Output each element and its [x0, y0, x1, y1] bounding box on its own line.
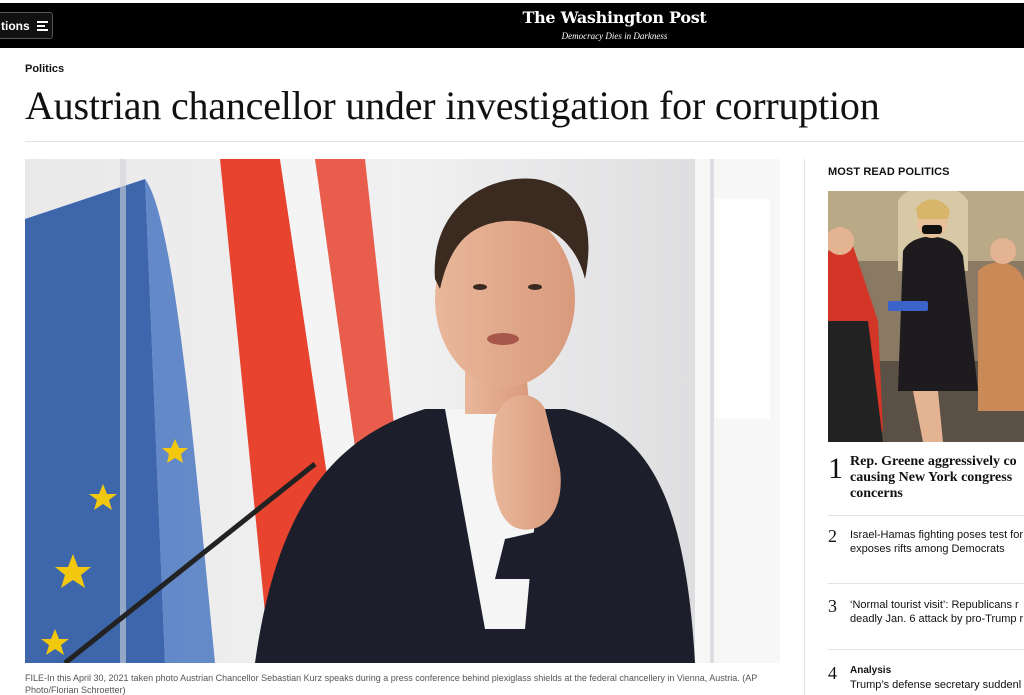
article-main-photo[interactable]: [25, 159, 780, 663]
divider: [25, 141, 1024, 142]
most-read-heading: MOST READ POLITICS: [828, 166, 950, 178]
headline-line: Rep. Greene aggressively co: [850, 454, 1017, 469]
chancellor-photo-illustration: [25, 159, 780, 663]
column-divider: [804, 159, 805, 695]
headline-line: Israel-Hamas fighting poses test for: [850, 529, 1024, 541]
rank-number: 1: [828, 452, 843, 485]
rank-number: 4: [828, 663, 837, 683]
article-headline: Austrian chancellor under investigation …: [25, 83, 880, 128]
headline-line: concerns: [850, 486, 903, 501]
most-read-photo[interactable]: [828, 191, 1024, 442]
analysis-label: Analysis: [850, 665, 892, 676]
headline-line: causing New York congress: [850, 470, 1013, 485]
rank-number: 3: [828, 596, 837, 616]
most-read-item-4[interactable]: 4 Analysis Trump’s defense secretary sud…: [828, 663, 1024, 695]
washington-post-logo[interactable]: The Washington Post: [0, 8, 1024, 27]
item-separator: [828, 583, 1024, 584]
headline-line: Trump’s defense secretary suddenl: [850, 679, 1022, 691]
top-bar: tions The Washington Post Democracy Dies…: [0, 3, 1024, 48]
section-kicker-link[interactable]: Politics: [25, 63, 64, 75]
most-read-item-3[interactable]: 3 ‘Normal tourist visit’: Republicans r …: [828, 596, 1024, 628]
photo-caption: FILE-In this April 30, 2021 taken photo …: [25, 673, 758, 695]
item-separator: [828, 515, 1024, 516]
capitol-hallway-photo-illustration: [828, 191, 1024, 442]
item-separator: [828, 649, 1024, 650]
tagline: Democracy Dies in Darkness: [561, 31, 668, 41]
most-read-item-1[interactable]: 1 Rep. Greene aggressively co causing Ne…: [828, 452, 1024, 508]
most-read-item-2[interactable]: 2 Israel-Hamas fighting poses test for e…: [828, 526, 1024, 558]
headline-line: ‘Normal tourist visit’: Republicans r: [850, 599, 1019, 611]
brand: The Washington Post Democracy Dies in Da…: [0, 8, 1024, 41]
headline-line: deadly Jan. 6 attack by pro-Trump r: [850, 613, 1024, 625]
headline-line: exposes rifts among Democrats: [850, 543, 1005, 555]
rank-number: 2: [828, 526, 837, 546]
